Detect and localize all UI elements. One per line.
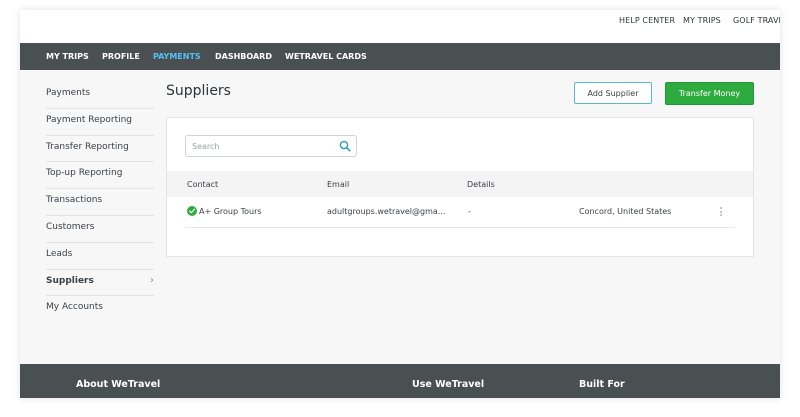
- sidebar-item-customers[interactable]: Customers: [46, 216, 154, 243]
- sidebar-item-transfer-reporting[interactable]: Transfer Reporting: [46, 136, 154, 163]
- kebab-menu-icon[interactable]: [719, 207, 723, 219]
- chevron-right-icon: ›: [150, 274, 154, 286]
- sidebar-item-label: Transactions: [46, 195, 103, 206]
- utility-bar: HELP CENTER MY TRIPS GOLF TRAVE: [20, 10, 780, 43]
- sidebar-item-label: Payments: [46, 88, 91, 98]
- nav-payments[interactable]: PAYMENTS: [153, 52, 201, 61]
- nav-profile[interactable]: PROFILE: [102, 52, 140, 61]
- sidebar-item-label: Transfer Reporting: [46, 141, 129, 152]
- footer: About WeTravel Use WeTravel Built For: [20, 364, 780, 398]
- sidebar: Payments Payment Reporting Transfer Repo…: [46, 82, 154, 323]
- search-box: [185, 135, 357, 157]
- footer-use-heading: Use WeTravel: [412, 379, 485, 390]
- sidebar-item-transactions[interactable]: Transactions: [46, 189, 154, 216]
- nav-my-trips[interactable]: MY TRIPS: [46, 52, 89, 61]
- sidebar-item-label: Payment Reporting: [46, 114, 133, 125]
- sidebar-item-label: Leads: [46, 248, 73, 259]
- column-header-details[interactable]: Details: [467, 180, 495, 189]
- search-input[interactable]: [186, 136, 338, 156]
- sidebar-item-suppliers[interactable]: Suppliers ›: [46, 270, 154, 297]
- supplier-details: -: [468, 207, 471, 216]
- sidebar-item-payments[interactable]: Payments: [46, 82, 154, 109]
- nav-dashboard[interactable]: DASHBOARD: [215, 52, 272, 61]
- main-nav: MY TRIPS PROFILE PAYMENTS DASHBOARD WETR…: [20, 43, 780, 70]
- golf-travel-link[interactable]: GOLF TRAVE: [733, 16, 780, 25]
- sidebar-item-top-up-reporting[interactable]: Top-up Reporting: [46, 162, 154, 190]
- nav-wetravel-cards[interactable]: WETRAVEL CARDS: [285, 52, 367, 61]
- add-supplier-button[interactable]: Add Supplier: [574, 82, 652, 104]
- footer-built-for-heading: Built For: [579, 379, 625, 390]
- page-title: Suppliers: [166, 83, 231, 99]
- app-window: HELP CENTER MY TRIPS GOLF TRAVE MY TRIPS…: [20, 10, 780, 398]
- sidebar-item-label: Customers: [46, 221, 95, 232]
- sidebar-item-label: Top-up Reporting: [46, 168, 123, 179]
- util-my-trips-link[interactable]: MY TRIPS: [683, 16, 721, 25]
- sidebar-item-label: My Accounts: [46, 302, 103, 313]
- check-circle-icon: [187, 206, 197, 216]
- sidebar-item-payment-reporting[interactable]: Payment Reporting: [46, 109, 154, 136]
- sidebar-item-leads[interactable]: Leads: [46, 243, 154, 270]
- column-header-contact[interactable]: Contact: [187, 180, 218, 189]
- table-header: Contact Email Details: [167, 171, 753, 197]
- search-icon[interactable]: [339, 140, 351, 152]
- sidebar-item-label: Suppliers: [46, 275, 94, 286]
- sidebar-item-my-accounts[interactable]: My Accounts: [46, 296, 154, 323]
- supplier-contact[interactable]: A+ Group Tours: [199, 207, 262, 216]
- supplier-email: adultgroups.wetravel@gma...: [327, 207, 446, 216]
- footer-about-heading: About WeTravel: [76, 379, 161, 390]
- help-center-link[interactable]: HELP CENTER: [619, 16, 675, 25]
- supplier-location: Concord, United States: [579, 207, 672, 216]
- suppliers-card: Contact Email Details A+ Group Tours adu…: [166, 117, 754, 257]
- transfer-money-button[interactable]: Transfer Money: [665, 82, 754, 105]
- table-row[interactable]: A+ Group Tours adultgroups.wetravel@gma.…: [185, 197, 735, 228]
- column-header-email[interactable]: Email: [327, 180, 349, 189]
